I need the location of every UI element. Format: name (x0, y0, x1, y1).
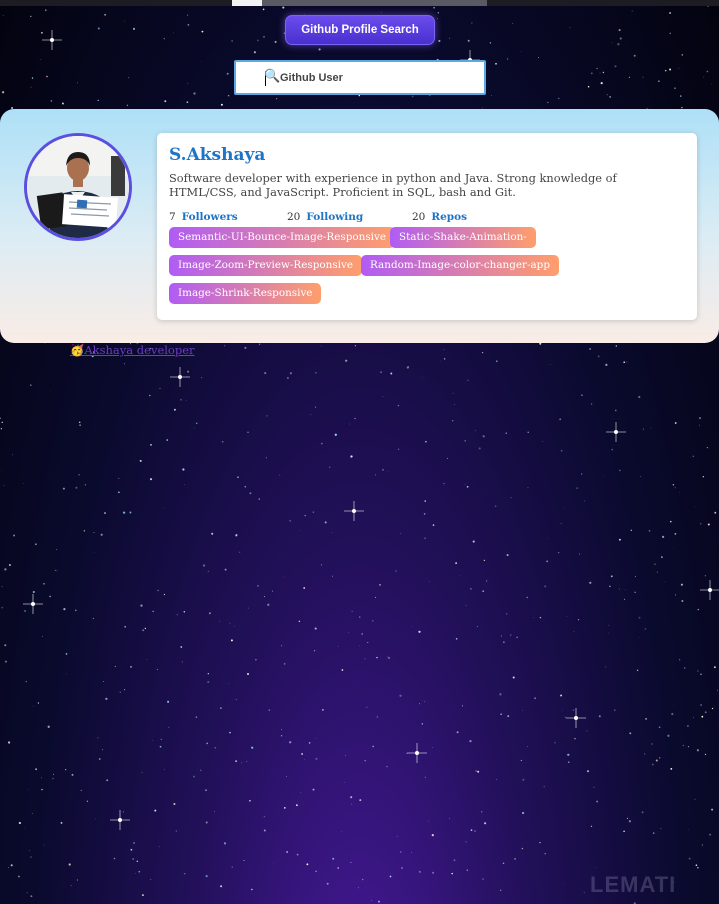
followers-count: 7 (169, 211, 176, 223)
profile-name: S.Akshaya (169, 145, 266, 165)
party-icon: 🥳 (70, 343, 85, 357)
developer-link-text[interactable]: Akshaya developer (84, 343, 194, 357)
scroll-track[interactable] (262, 0, 487, 6)
followers-label: Followers (181, 211, 238, 223)
following-label: Following (306, 211, 364, 223)
developer-link[interactable]: 🥳Akshaya developer (70, 343, 195, 357)
repos-count: 20 (412, 211, 426, 223)
repos-stat: 20 Repos (412, 211, 467, 223)
top-scroll-bar (0, 0, 719, 6)
repos-label: Repos (431, 211, 468, 223)
repo-tag[interactable]: Random-Image-color-changer-app (361, 255, 559, 276)
following-stat: 20 Following (287, 211, 363, 223)
scroll-thumb[interactable] (232, 0, 262, 6)
repo-tag[interactable]: Static-Shake-Animation- (390, 227, 536, 248)
github-profile-search-button[interactable]: Github Profile Search (285, 15, 435, 45)
avatar (24, 133, 132, 241)
followers-stat: 7 Followers (169, 211, 238, 223)
profile-info-panel: S.Akshaya Software developer with experi… (157, 133, 697, 320)
repo-tag[interactable]: Semantic-UI-Bounce-Image-Responsive (169, 227, 396, 248)
repo-tag[interactable]: Image-Zoom-Preview-Responsive (169, 255, 362, 276)
avatar-photo (27, 136, 129, 238)
search-box[interactable]: 🔍 (234, 60, 486, 95)
following-count: 20 (287, 211, 301, 223)
profile-card: S.Akshaya Software developer with experi… (0, 109, 719, 343)
repo-tag[interactable]: Image-Shrink-Responsive (169, 283, 322, 304)
profile-bio: Software developer with experience in py… (169, 171, 617, 199)
watermark-logo: LEMATI (590, 872, 677, 897)
github-user-input[interactable] (280, 62, 470, 93)
magnifier-icon: 🔍 (264, 69, 281, 84)
